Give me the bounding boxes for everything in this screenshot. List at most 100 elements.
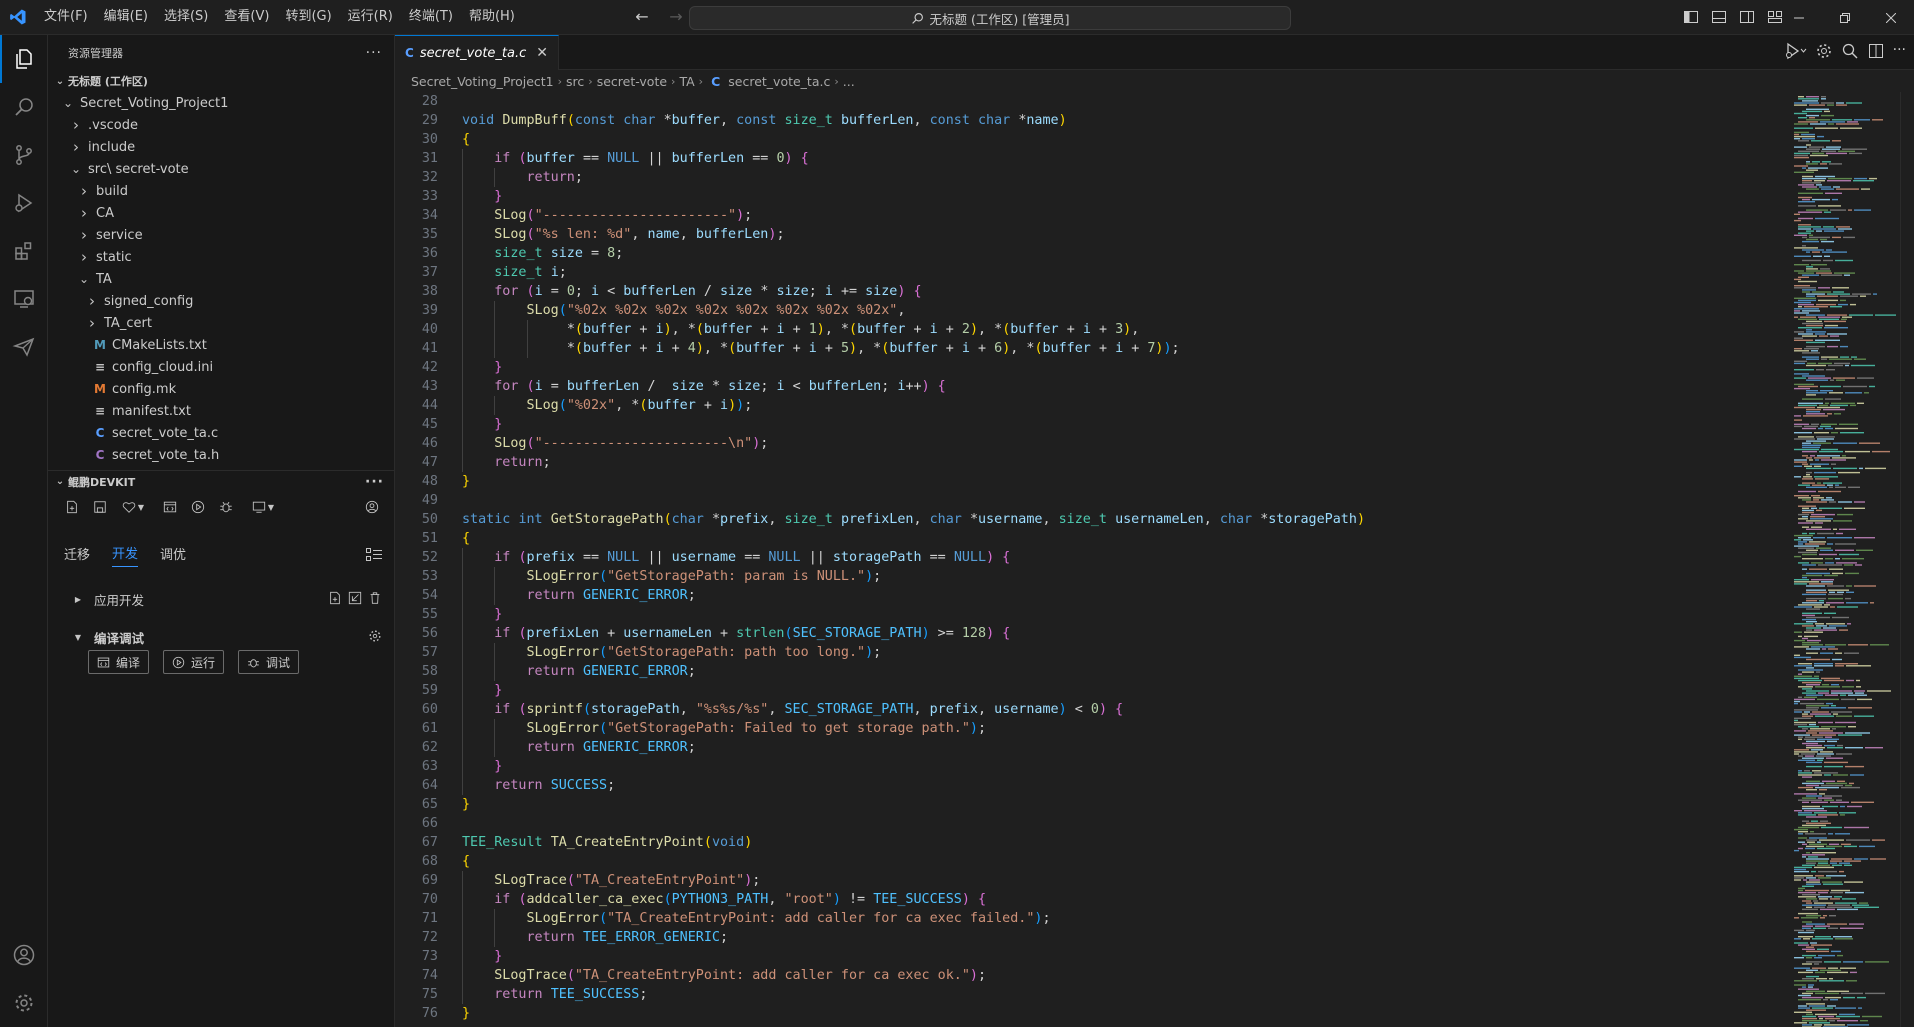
minimap-mark	[1798, 522, 1813, 524]
tree-folder-item[interactable]: › .vscode	[48, 114, 394, 136]
workspace-header[interactable]: ⌄ 无标题 (工作区)	[48, 70, 394, 92]
menu-item[interactable]: 查看(V)	[216, 5, 277, 29]
app-dev-row[interactable]: ▶ 应用开发	[48, 582, 394, 616]
minimap-mark	[1802, 642, 1819, 644]
remote-explorer-icon[interactable]	[0, 275, 48, 323]
tree-file-item[interactable]: M CMakeLists.txt	[48, 334, 394, 356]
list-view-icon[interactable]	[366, 548, 382, 566]
forward-arrow-icon[interactable]: →	[664, 6, 688, 28]
code-editor[interactable]: 28 29 void DumpBuff(const char *buffer, co…	[395, 92, 1785, 1027]
vertical-scrollbar[interactable]	[1900, 92, 1914, 1027]
run-code-icon[interactable]	[1785, 42, 1807, 64]
tree-folder-item[interactable]: › signed_config	[48, 290, 394, 312]
settings-gear-icon[interactable]	[1815, 42, 1833, 64]
tree-folder-item[interactable]: › service	[48, 224, 394, 246]
line-number: 34	[421, 208, 438, 223]
settings-gear-icon[interactable]	[368, 629, 382, 646]
code-token: ;	[760, 379, 777, 394]
user-profile-icon[interactable]	[360, 496, 384, 518]
debug-icon[interactable]	[214, 496, 238, 518]
tree-folder-item[interactable]: ⌄ src\ secret-vote	[48, 158, 394, 180]
more-actions-icon[interactable]: ···	[365, 474, 384, 490]
toggle-secondary-sidebar-icon[interactable]	[1736, 6, 1758, 28]
minimap-mark	[1806, 747, 1825, 749]
run-debug-icon[interactable]	[0, 179, 48, 227]
search-icon[interactable]	[0, 83, 48, 131]
minimap-mark	[1794, 255, 1811, 257]
close-icon[interactable]: ✕	[536, 45, 548, 61]
menu-item[interactable]: 选择(S)	[156, 5, 216, 29]
minimap-mark	[1830, 999, 1838, 1001]
tab-tuning[interactable]: 调优	[160, 544, 186, 567]
delete-icon[interactable]	[368, 591, 382, 608]
minimap-mark	[1794, 967, 1810, 969]
menu-item[interactable]: 终端(T)	[401, 5, 461, 29]
tree-file-item[interactable]: Mconfig.mk	[48, 378, 394, 400]
back-arrow-icon[interactable]: ←	[630, 6, 654, 28]
search-icon[interactable]	[1841, 42, 1859, 64]
menu-item[interactable]: 帮助(H)	[461, 5, 523, 29]
tree-file-item[interactable]: ≡ config_cloud.ini	[48, 356, 394, 378]
close-window-icon[interactable]	[1868, 0, 1914, 35]
minimap-mark	[1794, 459, 1807, 461]
tree-folder-item[interactable]: › TA_cert	[48, 312, 394, 334]
breadcrumb-item[interactable]: ...	[843, 74, 855, 89]
more-actions-icon[interactable]: ···	[366, 45, 382, 61]
editor-tab-secret-vote-ta-c[interactable]: C secret_vote_ta.c ✕	[395, 35, 559, 70]
toggle-primary-sidebar-icon[interactable]	[1680, 6, 1702, 28]
tree-folder-item[interactable]: › include	[48, 136, 394, 158]
tab-development[interactable]: 开发	[112, 543, 139, 567]
breadcrumb-item[interactable]: TA	[679, 74, 694, 89]
tree-folder-item[interactable]: ⌄ Secret_Voting_Project1	[48, 92, 394, 114]
health-check-icon[interactable]: ▼	[116, 496, 150, 518]
minimap-mark	[1806, 860, 1828, 862]
command-center[interactable]: 无标题 (工作区) [管理员]	[689, 6, 1291, 30]
new-file-icon[interactable]	[328, 591, 342, 608]
devkit-section-header[interactable]: ⌄ 鲲鹏DEVKIT ···	[48, 470, 394, 492]
tree-folder-item[interactable]: › build	[48, 180, 394, 202]
tree-folder-item[interactable]: › static	[48, 246, 394, 268]
minimap-mark	[1835, 1007, 1856, 1009]
toggle-panel-icon[interactable]	[1708, 6, 1730, 28]
code-token: size_t	[784, 113, 841, 128]
import-icon[interactable]	[348, 591, 362, 608]
minimap-mark	[1826, 782, 1847, 785]
source-control-icon[interactable]	[0, 131, 48, 179]
run-icon[interactable]	[186, 496, 210, 518]
breadcrumb-item[interactable]: src	[566, 74, 584, 89]
menu-item[interactable]: 编辑(E)	[96, 5, 156, 29]
menu-item[interactable]: 转到(G)	[277, 5, 339, 29]
tree-folder-item[interactable]: ⌄ TA	[48, 268, 394, 290]
breadcrumb-item[interactable]: secret-vote	[597, 74, 667, 89]
more-actions-icon[interactable]: ···	[1893, 42, 1906, 64]
account-icon[interactable]	[0, 931, 48, 979]
minimap[interactable]	[1790, 92, 1900, 1027]
tree-file-item[interactable]: ≡ manifest.txt	[48, 400, 394, 422]
deploy-dropdown-icon[interactable]: ▼	[246, 496, 280, 518]
tree-file-item[interactable]: Csecret_vote_ta.c	[48, 422, 394, 444]
settings-gear-icon[interactable]	[0, 979, 48, 1027]
menu-item[interactable]: 运行(R)	[340, 5, 401, 29]
menu-item[interactable]: 文件(F)	[36, 5, 96, 29]
breadcrumb-item[interactable]: Secret_Voting_Project1	[411, 74, 554, 89]
tree-folder-item[interactable]: › CA	[48, 202, 394, 224]
search-icon	[911, 12, 923, 24]
minimap-mark	[1821, 188, 1834, 190]
minimap-mark	[1839, 629, 1848, 631]
new-project-icon[interactable]	[60, 496, 84, 518]
compile-icon[interactable]	[158, 496, 182, 518]
tree-file-item[interactable]: Csecret_vote_ta.h	[48, 444, 394, 466]
build-debug-row[interactable]: ▼ 编译调试	[48, 620, 394, 654]
chevron-right-icon: ›	[557, 74, 563, 88]
breadcrumb-item[interactable]: secret_vote_ta.c	[728, 74, 830, 89]
minimap-mark	[1864, 392, 1869, 394]
deploy-icon[interactable]	[0, 323, 48, 371]
extensions-icon[interactable]	[0, 227, 48, 275]
explorer-icon[interactable]	[0, 35, 48, 83]
restore-icon[interactable]	[1822, 0, 1868, 35]
tab-migration[interactable]: 迁移	[64, 544, 90, 567]
minimize-icon[interactable]	[1776, 0, 1822, 35]
save-project-icon[interactable]	[88, 496, 112, 518]
split-editor-icon[interactable]	[1867, 42, 1885, 64]
